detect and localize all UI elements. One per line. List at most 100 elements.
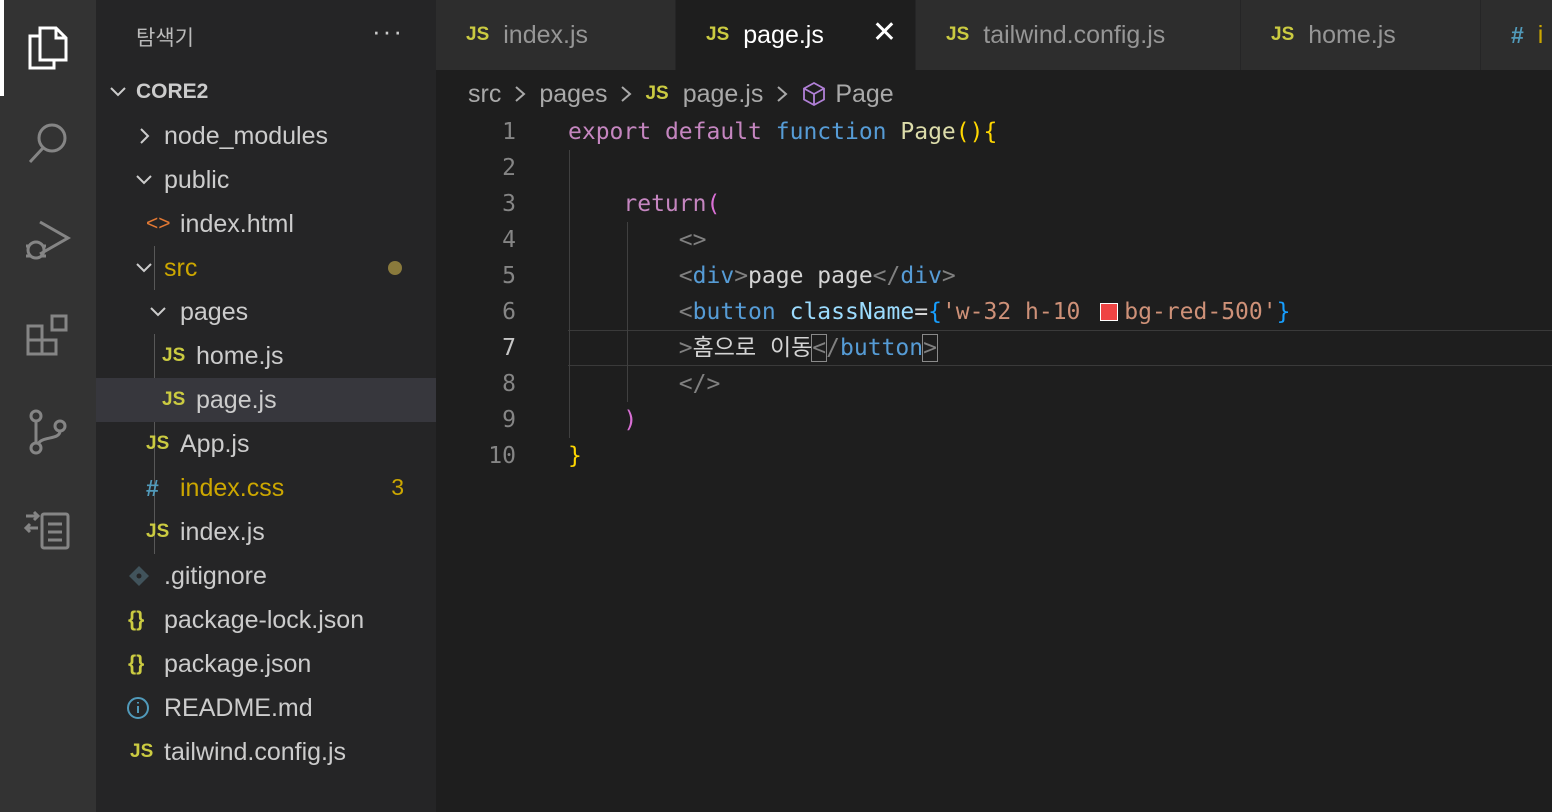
code-token: function <box>775 119 887 145</box>
js-file-icon: JS <box>146 521 170 542</box>
code-token: <> <box>678 227 707 253</box>
tree-item-home-js[interactable]: JS home.js <box>96 334 436 378</box>
chevron-down-icon <box>134 258 154 278</box>
js-file-icon: JS <box>162 345 186 366</box>
code-token: < <box>678 263 693 289</box>
source-control-icon[interactable] <box>0 388 96 476</box>
code-line: } <box>568 438 582 474</box>
line-number: 10 <box>488 443 516 469</box>
code-token: className <box>789 299 915 325</box>
css-file-icon: # <box>146 474 159 501</box>
line-number: 2 <box>502 155 516 181</box>
tree-item-label: page.js <box>196 385 277 414</box>
code-line: ) <box>568 402 637 438</box>
tab-page-js[interactable]: JS page.js ✕ <box>676 0 916 70</box>
breadcrumb-item[interactable]: page.js <box>683 80 764 109</box>
remote-explorer-icon[interactable] <box>0 484 96 572</box>
tree-item-package-json[interactable]: {} package.json <box>96 642 436 686</box>
tree-item-label: src <box>164 253 198 282</box>
tree-item-label: node_modules <box>164 121 329 150</box>
js-file-icon: JS <box>946 24 970 45</box>
breadcrumb: src pages JS page.js Page <box>468 74 894 114</box>
tree-item-app-js[interactable]: JS App.js <box>96 422 436 466</box>
tree-item-label: index.css <box>180 473 285 502</box>
color-swatch[interactable] <box>1100 303 1119 321</box>
code-token: Page <box>900 119 956 145</box>
tree-item-index-html[interactable]: <> index.html <box>96 202 436 246</box>
code-token: ) <box>969 119 984 145</box>
breadcrumb-item[interactable]: src <box>468 80 501 109</box>
code-token: button <box>840 335 924 361</box>
chevron-right-icon <box>513 84 527 104</box>
code-token: button <box>692 299 776 325</box>
js-file-icon: JS <box>162 389 186 410</box>
code-token: } <box>568 443 582 469</box>
js-file-icon: JS <box>706 24 730 45</box>
editor-tab-bar: JS index.js JS page.js ✕ JS tailwind.con… <box>436 0 1552 70</box>
tab-label: page.js <box>743 20 824 49</box>
js-file-icon: JS <box>130 741 154 762</box>
sidebar-title: 탐색기 <box>136 27 194 50</box>
code-token: ) <box>623 407 638 433</box>
code-token: </> <box>678 371 721 397</box>
extensions-icon[interactable] <box>0 292 96 380</box>
code-token: / <box>826 335 841 361</box>
tree-item-node-modules[interactable]: node_modules <box>96 114 436 158</box>
symbol-method-icon <box>801 81 827 107</box>
code-token: < <box>678 299 693 325</box>
breadcrumb-item[interactable]: Page <box>835 80 893 109</box>
code-token: ( <box>955 119 970 145</box>
tree-item-package-lock-json[interactable]: {} package-lock.json <box>96 598 436 642</box>
problem-count-badge: 3 <box>391 474 404 500</box>
code-line: return( <box>568 186 720 222</box>
explorer-icon[interactable] <box>0 4 96 92</box>
code-token: </ <box>872 263 901 289</box>
html-file-icon: <> <box>146 212 171 235</box>
line-number: 1 <box>502 119 516 145</box>
code-line: <> <box>568 222 707 258</box>
code-token: { <box>928 299 942 325</box>
tree-item-gitignore[interactable]: .gitignore <box>96 554 436 598</box>
tree-item-index-css[interactable]: # index.css 3 <box>96 466 436 510</box>
tab-index-css[interactable]: # i <box>1481 0 1552 70</box>
tree-item-readme[interactable]: README.md <box>96 686 436 730</box>
tree-item-label: public <box>164 165 230 194</box>
code-line: </> <box>568 366 721 402</box>
chevron-right-icon <box>775 84 789 104</box>
activity-bar <box>0 0 96 812</box>
code-line: <div>page page</div> <box>568 258 956 294</box>
tab-home-js[interactable]: JS home.js <box>1241 0 1481 70</box>
breadcrumb-item[interactable]: pages <box>539 80 607 109</box>
js-file-icon: JS <box>466 24 490 45</box>
code-token: > <box>734 263 749 289</box>
more-actions-icon[interactable]: ··· <box>372 16 404 47</box>
tab-label: home.js <box>1308 20 1396 49</box>
tree-item-page-js[interactable]: JS page.js <box>96 378 436 422</box>
run-debug-icon[interactable] <box>0 196 96 284</box>
line-number: 8 <box>502 371 516 397</box>
tree-item-pages[interactable]: pages <box>96 290 436 334</box>
code-token: = <box>914 299 929 325</box>
js-file-icon: JS <box>645 83 669 104</box>
code-token: > <box>941 263 956 289</box>
tree-item-label: package-lock.json <box>164 605 365 634</box>
tree-item-public[interactable]: public <box>96 158 436 202</box>
code-token: 'w-32 h-10 <box>941 299 1095 325</box>
tab-tailwind-config-js[interactable]: JS tailwind.config.js <box>916 0 1241 70</box>
code-token: 홈으로 이동 <box>692 335 813 361</box>
search-icon[interactable] <box>0 100 96 188</box>
code-editor[interactable]: 1 2 3 4 5 6 7 8 9 10 export default func… <box>436 114 1552 812</box>
folder-root[interactable]: CORE2 <box>96 70 436 114</box>
tree-item-index-js[interactable]: JS index.js <box>96 510 436 554</box>
code-line: export default function Page(){ <box>568 114 997 150</box>
root-label: CORE2 <box>136 80 209 103</box>
chevron-down-icon <box>134 170 154 190</box>
js-file-icon: JS <box>1271 24 1295 45</box>
tab-index-js[interactable]: JS index.js <box>436 0 676 70</box>
tab-label: tailwind.config.js <box>983 20 1166 49</box>
tree-item-label: index.js <box>180 517 265 546</box>
tree-item-src[interactable]: src <box>96 246 436 290</box>
close-icon[interactable]: ✕ <box>872 18 897 48</box>
tree-item-label: pages <box>180 297 249 326</box>
tree-item-tailwind-config-js[interactable]: JS tailwind.config.js <box>96 730 436 774</box>
